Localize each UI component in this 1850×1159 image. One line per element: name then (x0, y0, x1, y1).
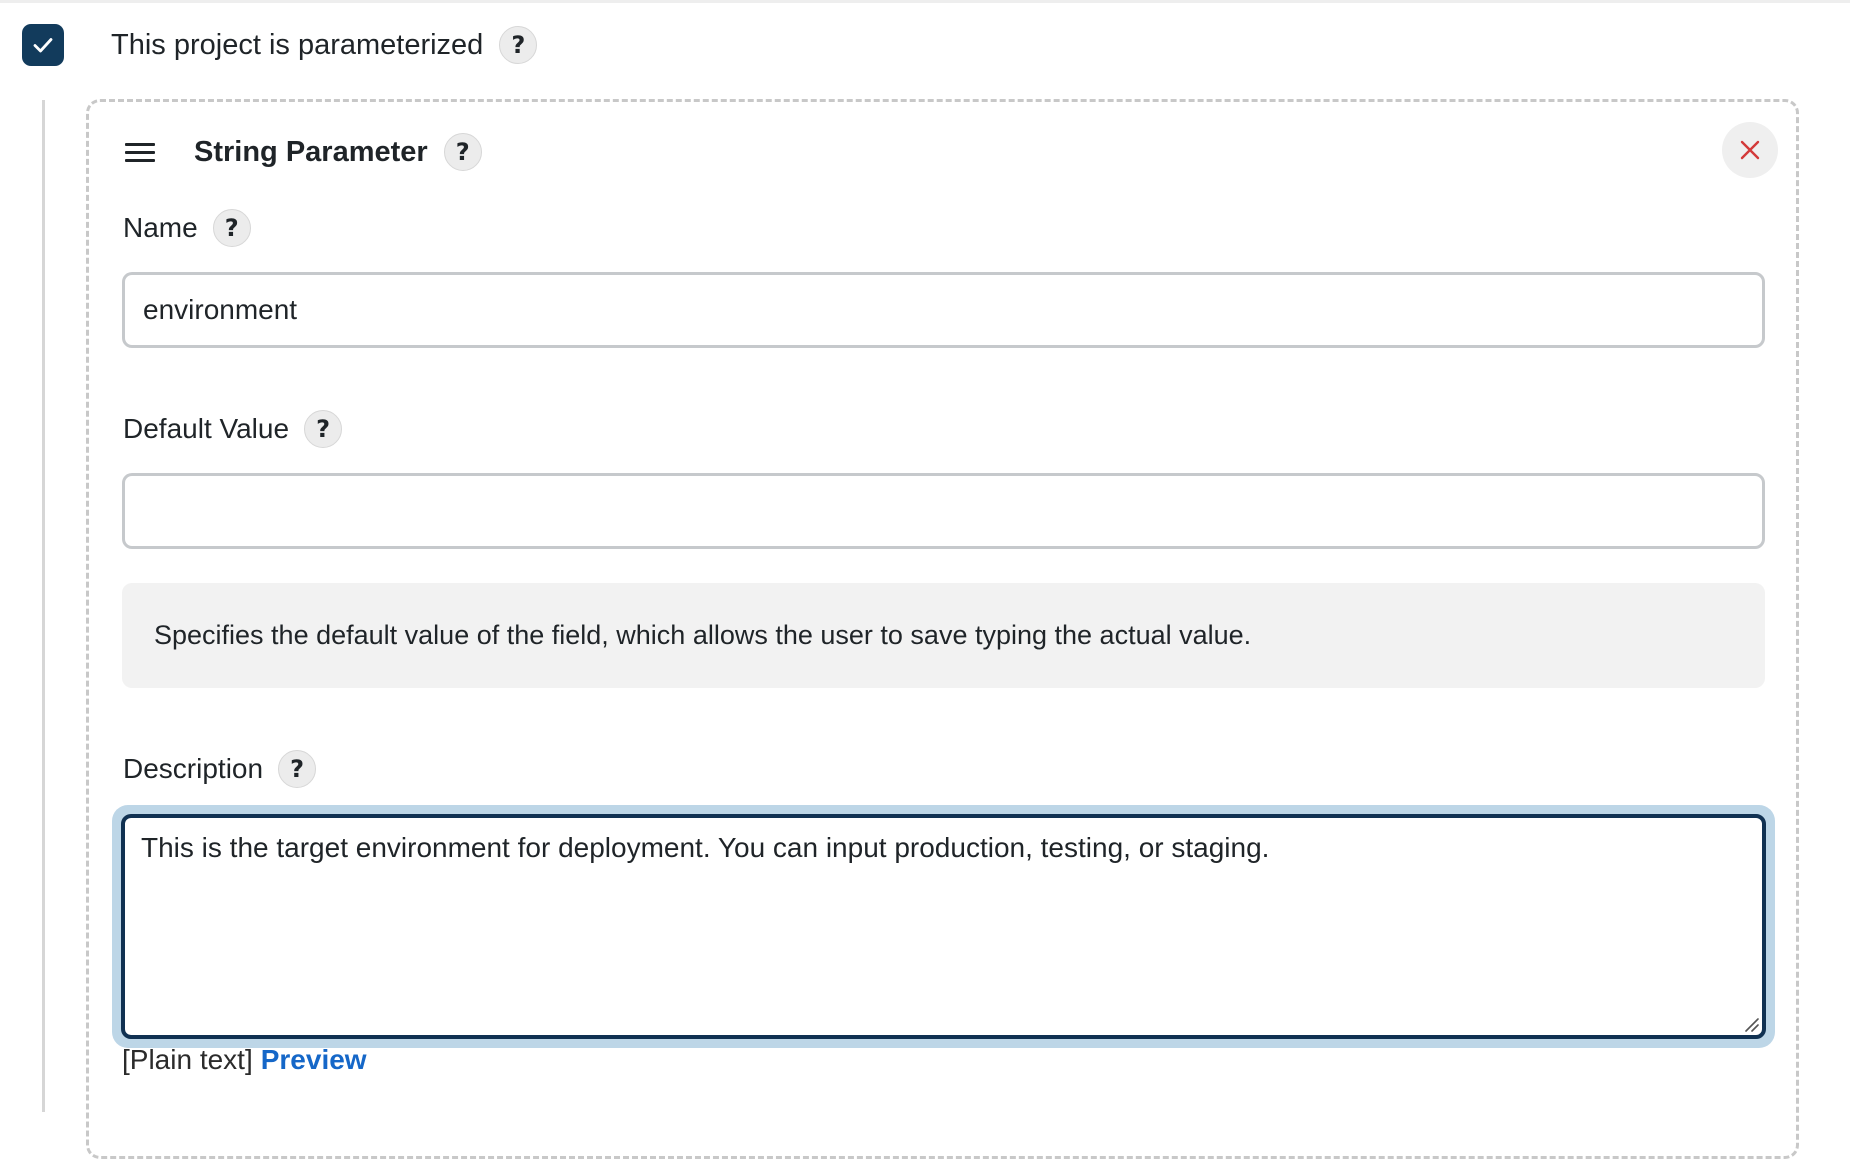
parameter-header: String Parameter ? (194, 130, 482, 174)
parameterized-checkbox[interactable] (22, 24, 64, 66)
description-help-icon[interactable]: ? (278, 750, 317, 788)
description-label-row: Description ? (123, 747, 317, 791)
default-value-label: Default Value (123, 413, 290, 444)
delete-parameter-button[interactable] (1722, 122, 1778, 178)
name-label: Name (123, 212, 198, 243)
name-label-row: Name ? (123, 206, 251, 250)
nesting-rule (42, 100, 45, 1112)
parameterized-label[interactable]: This project is parameterized (111, 29, 483, 62)
description-label: Description (123, 753, 264, 784)
preview-link[interactable]: Preview (261, 1044, 367, 1075)
drag-handle-icon[interactable] (125, 143, 155, 163)
name-input[interactable] (122, 272, 1765, 348)
close-icon (1740, 140, 1760, 160)
parameter-type-title: String Parameter (194, 135, 428, 168)
default-value-help-icon[interactable]: ? (304, 410, 343, 448)
plain-text-label: [Plain text] (122, 1044, 253, 1075)
name-help-icon[interactable]: ? (212, 209, 251, 247)
parameter-help-icon[interactable]: ? (443, 133, 482, 171)
parameterized-help-icon[interactable]: ? (499, 26, 538, 64)
default-value-input[interactable] (122, 473, 1765, 549)
format-row: [Plain text] Preview (122, 1044, 367, 1076)
default-value-help-text: Specifies the default value of the field… (122, 583, 1765, 688)
parameterized-row: This project is parameterized ? (22, 22, 538, 68)
description-focus-ring: This is the target environment for deplo… (112, 805, 1775, 1048)
default-value-label-row: Default Value ? (123, 407, 343, 451)
check-icon (33, 38, 53, 53)
top-divider (0, 0, 1850, 3)
description-textarea[interactable]: This is the target environment for deplo… (121, 814, 1766, 1039)
